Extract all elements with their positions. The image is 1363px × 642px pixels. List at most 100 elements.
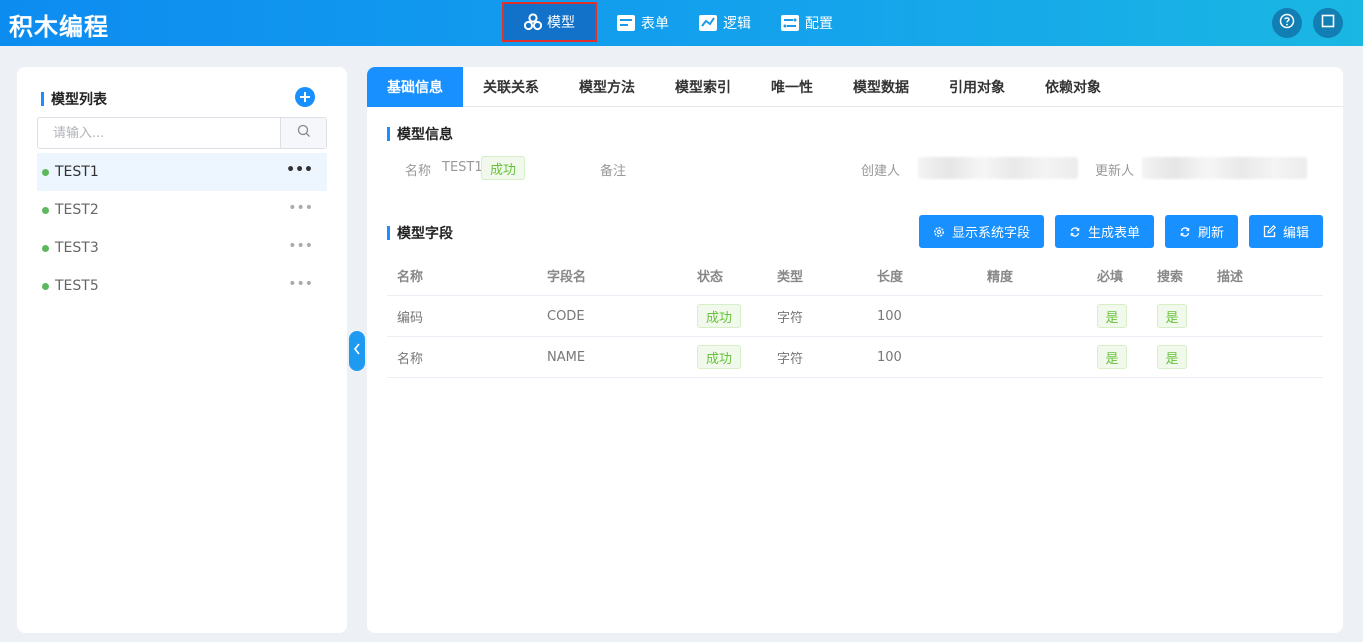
tab-dependencies[interactable]: 依赖对象: [1025, 67, 1121, 107]
nav-item-logic[interactable]: 逻辑: [688, 0, 761, 46]
show-system-fields-button[interactable]: 显示系统字段: [919, 215, 1045, 248]
section-marker: [41, 92, 44, 106]
tab-references[interactable]: 引用对象: [929, 67, 1025, 107]
status-badge: 成功: [481, 156, 526, 180]
column-header: 字段名: [547, 269, 587, 285]
search-icon: [297, 124, 311, 142]
model-info-header: 模型信息: [387, 124, 453, 144]
collapse-sidebar-button[interactable]: [349, 331, 365, 371]
button-label: 生成表单: [1088, 226, 1141, 241]
top-header: 积木编程 模型 表单 逻辑 配置: [0, 0, 1363, 46]
list-item[interactable]: TEST2 •••: [37, 191, 327, 229]
field-display-name: 编码: [397, 310, 424, 326]
required-cell: 是: [1097, 296, 1127, 336]
tab-model-data[interactable]: 模型数据: [833, 67, 929, 107]
square-icon: [1321, 14, 1335, 32]
status-cell: 成功: [697, 337, 742, 377]
refresh-button[interactable]: 刷新: [1165, 215, 1239, 248]
plus-circle-icon: [300, 89, 310, 105]
section-marker: [387, 127, 390, 141]
status-dot: [42, 244, 49, 252]
edit-button[interactable]: 编辑: [1249, 215, 1324, 248]
status-badge: 成功: [697, 304, 742, 328]
chevron-left-icon: [353, 343, 361, 359]
model-detail-panel: 基础信息 关联关系 模型方法 模型索引 唯一性 模型数据 引用对象 依赖对象 模…: [367, 67, 1343, 633]
table-row[interactable]: 编码 CODE 成功 字符 100 是 是: [387, 296, 1323, 337]
column-header: 长度: [877, 269, 904, 285]
button-label: 编辑: [1283, 226, 1310, 241]
creator-value-redacted: [918, 157, 1078, 179]
tab-relations[interactable]: 关联关系: [463, 67, 559, 107]
nav-label: 配置: [805, 16, 833, 32]
search-cell: 是: [1157, 296, 1187, 336]
field-name: NAME: [547, 349, 586, 365]
required-badge: 是: [1097, 345, 1127, 369]
column-header: 描述: [1217, 269, 1244, 285]
field-actions: 显示系统字段 生成表单 刷新 编辑: [919, 215, 1324, 248]
search-input[interactable]: [38, 118, 280, 148]
add-model-button[interactable]: [295, 87, 315, 107]
more-options-icon[interactable]: •••: [288, 276, 313, 292]
tab-basic-info[interactable]: 基础信息: [367, 67, 463, 107]
name-label: 名称: [405, 164, 432, 179]
more-options-icon[interactable]: •••: [288, 200, 313, 216]
detail-tabs: 基础信息 关联关系 模型方法 模型索引 唯一性 模型数据 引用对象 依赖对象: [367, 67, 1343, 107]
help-circle-icon: [1279, 13, 1295, 33]
status-dot: [42, 282, 49, 290]
fullscreen-button[interactable]: [1313, 8, 1343, 38]
column-header: 名称: [397, 269, 424, 285]
tab-methods[interactable]: 模型方法: [559, 67, 655, 107]
main-nav: 模型 表单 逻辑 配置: [502, 0, 843, 46]
nav-item-form[interactable]: 表单: [606, 0, 679, 46]
column-header: 类型: [777, 269, 804, 285]
status-cell: 成功: [697, 296, 742, 336]
tab-indexes[interactable]: 模型索引: [655, 67, 751, 107]
searchable-badge: 是: [1157, 304, 1187, 328]
column-header: 必填: [1097, 269, 1124, 285]
list-item[interactable]: TEST1 •••: [37, 153, 327, 191]
nav-item-config[interactable]: 配置: [770, 0, 843, 46]
button-label: 刷新: [1198, 226, 1225, 241]
model-info-title: 模型信息: [397, 127, 453, 143]
model-list-title: 模型列表: [51, 92, 107, 108]
section-marker: [387, 226, 390, 240]
column-header: 搜索: [1157, 269, 1184, 285]
list-item[interactable]: TEST5 •••: [37, 267, 327, 305]
model-fields-header: 模型字段: [387, 223, 453, 243]
more-options-icon[interactable]: •••: [286, 162, 313, 178]
refresh-icon: [1069, 226, 1081, 238]
column-header: 精度: [987, 269, 1014, 285]
name-value: TEST1: [442, 160, 483, 175]
search-button[interactable]: [280, 118, 326, 148]
nav-label: 模型: [547, 15, 575, 31]
searchable-badge: 是: [1157, 345, 1187, 369]
updater-label: 更新人: [1095, 164, 1135, 179]
table-row[interactable]: 名称 NAME 成功 字符 100 是 是: [387, 337, 1323, 378]
app-title: 积木编程: [9, 13, 109, 41]
nav-label: 表单: [641, 16, 669, 32]
column-header: 状态: [697, 269, 724, 285]
model-list-header: 模型列表: [41, 89, 107, 109]
help-button[interactable]: [1272, 8, 1302, 38]
creator-label: 创建人: [861, 164, 901, 179]
nav-item-model[interactable]: 模型: [502, 2, 597, 42]
edit-icon: [1263, 225, 1277, 238]
remark-label: 备注: [600, 164, 627, 179]
field-length: 100: [877, 308, 902, 324]
fields-table: 名称 字段名 状态 类型 长度 精度 必填 搜索 描述 编码 CODE 成功 字…: [387, 255, 1323, 378]
tab-uniqueness[interactable]: 唯一性: [751, 67, 833, 107]
model-fields-title: 模型字段: [397, 226, 453, 242]
status-dot: [42, 168, 49, 176]
model-list-panel: 模型列表 TEST1 ••• TEST2 ••• TEST3 •••: [17, 67, 347, 633]
generate-form-button[interactable]: 生成表单: [1055, 215, 1155, 248]
list-item[interactable]: TEST3 •••: [37, 229, 327, 267]
field-length: 100: [877, 349, 902, 365]
model-name: TEST1: [55, 164, 99, 180]
form-icon: [616, 14, 636, 32]
model-list: TEST1 ••• TEST2 ••• TEST3 ••• TEST5 •••: [37, 153, 327, 305]
updater-value-redacted: [1142, 157, 1307, 179]
required-badge: 是: [1097, 304, 1127, 328]
more-options-icon[interactable]: •••: [288, 238, 313, 254]
model-name: TEST3: [55, 240, 99, 256]
search-cell: 是: [1157, 337, 1187, 377]
